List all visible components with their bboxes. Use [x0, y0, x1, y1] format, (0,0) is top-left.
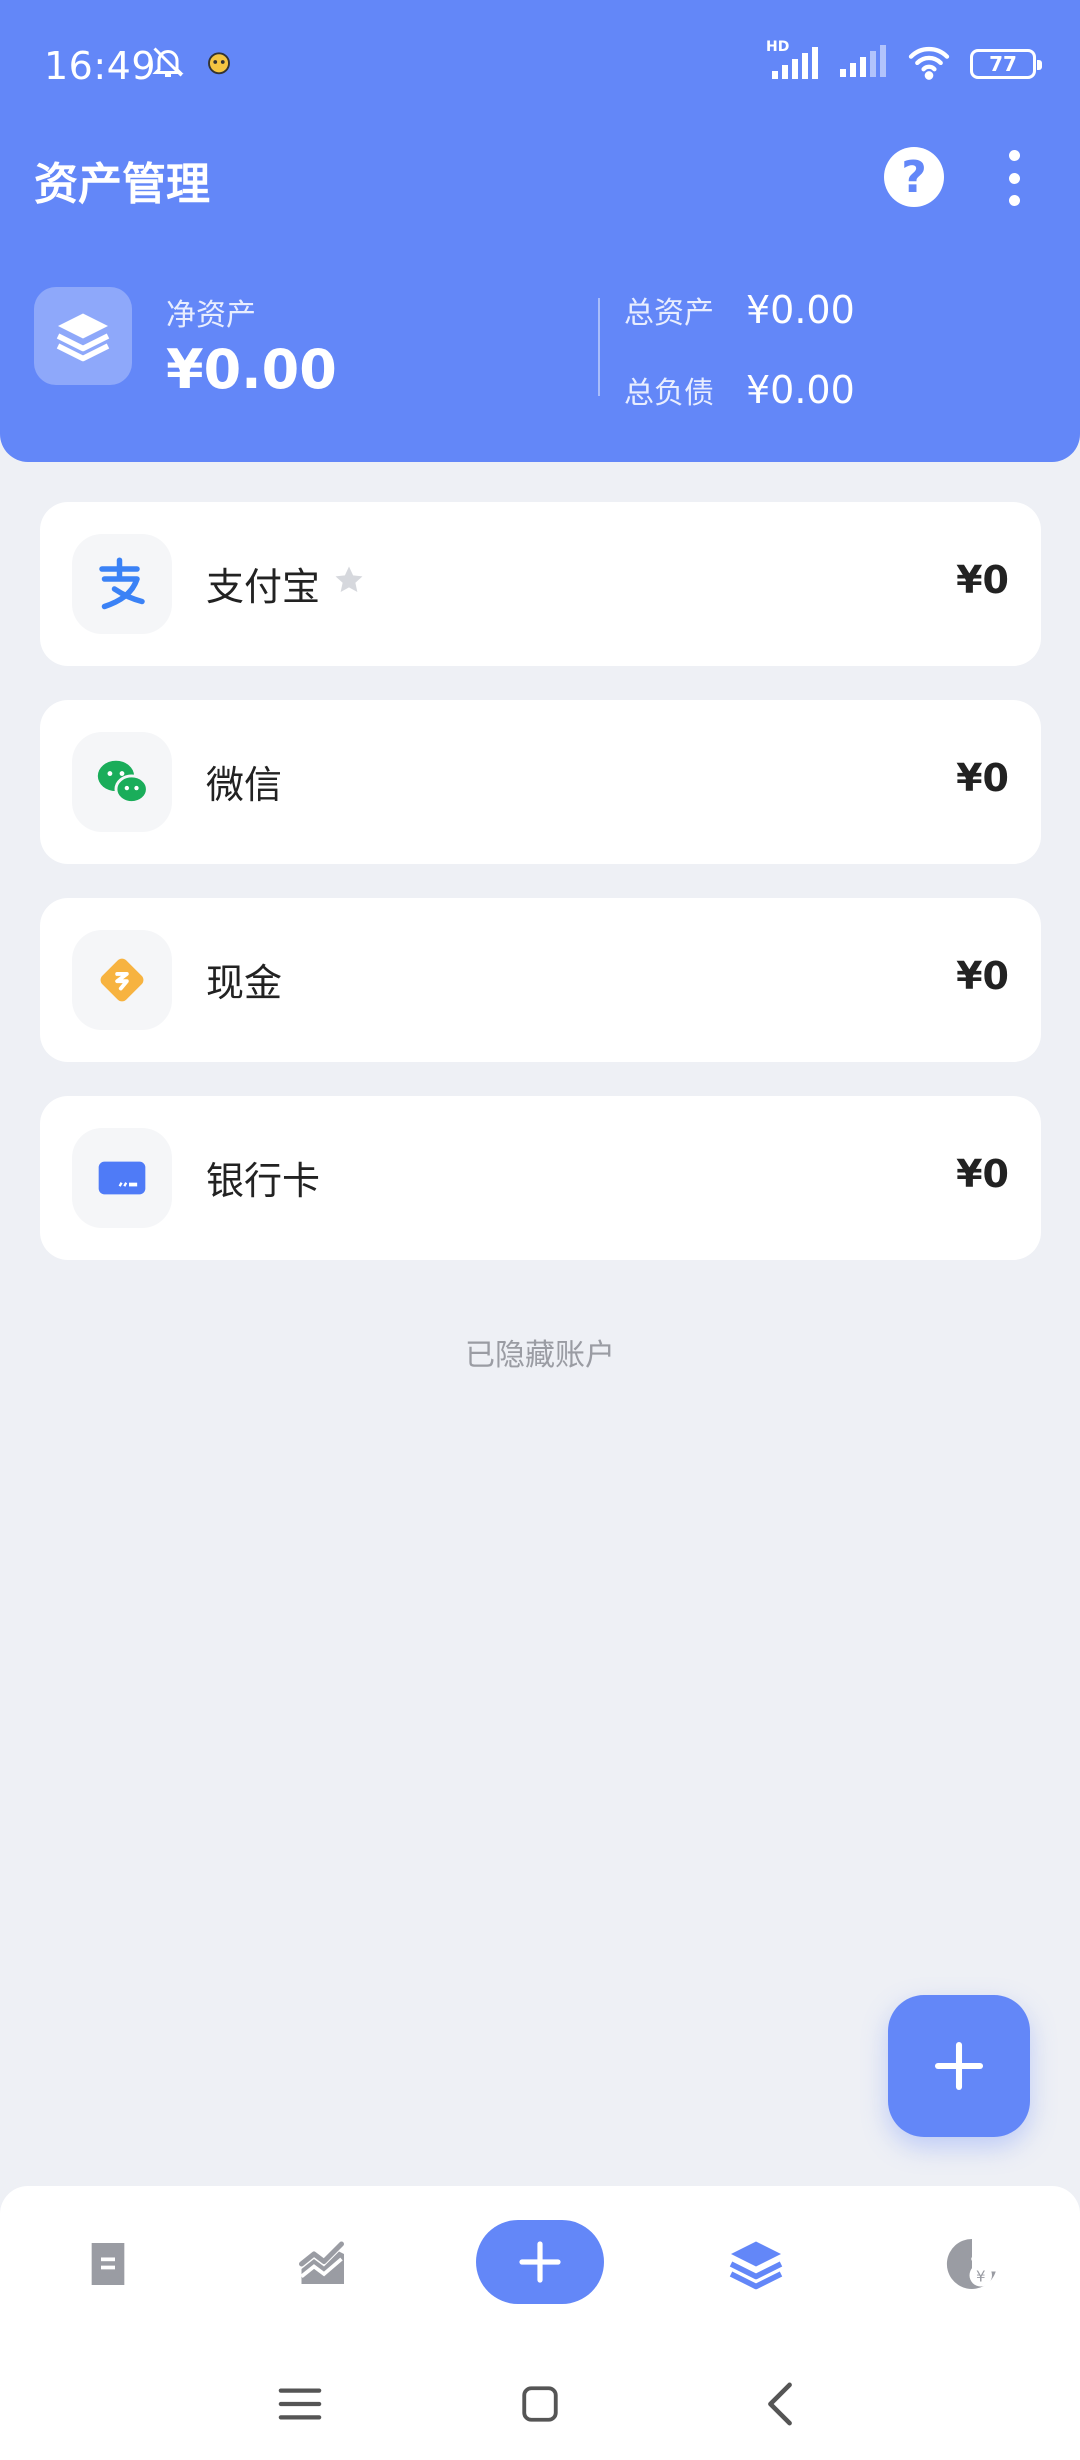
asset-management-screen: 16:49 HD 77 资产管理 ? 净资产 ¥0.00 总资产 ¥0.00 总… [0, 0, 1080, 2460]
cash-icon [72, 930, 172, 1030]
alipay-icon [72, 534, 172, 634]
header: 16:49 HD 77 资产管理 ? 净资产 ¥0.00 总资产 ¥0.00 总… [0, 0, 1080, 462]
account-card-bank[interactable]: 银行卡 ¥0 [40, 1096, 1041, 1260]
wifi-icon [906, 44, 952, 84]
assets-layers-badge [34, 287, 132, 385]
status-icons-right: HD 77 [766, 39, 1042, 84]
total-liabilities-value: ¥0.00 [746, 368, 855, 412]
nav-budget[interactable]: ¥ [932, 2224, 1012, 2304]
status-bar: 16:49 HD 77 [0, 0, 1080, 140]
status-time: 16:49 [44, 44, 157, 88]
home-square-icon [522, 2386, 558, 2422]
account-balance: ¥0 [956, 954, 1009, 998]
total-assets-label: 总资产 [624, 296, 714, 331]
total-liabilities-label: 总负债 [624, 376, 714, 411]
hidden-accounts-link[interactable]: 已隐藏账户 [0, 1330, 1080, 1374]
help-button[interactable]: ? [884, 147, 944, 207]
account-name-row: 现金 [206, 952, 282, 1007]
page-title: 资产管理 [34, 159, 210, 210]
net-assets-value: ¥0.00 [166, 338, 337, 401]
add-account-button[interactable] [888, 1995, 1030, 2137]
bottom-nav: ¥ [0, 2186, 1080, 2460]
plus-icon [934, 2041, 984, 2091]
back-chevron-icon [768, 2382, 792, 2426]
status-icons-left [150, 44, 234, 84]
svg-text:¥: ¥ [976, 2268, 986, 2286]
nav-bill[interactable] [68, 2224, 148, 2304]
bill-icon [91, 2243, 125, 2285]
budget-icon: ¥ [946, 2238, 996, 2289]
account-name: 银行卡 [206, 1159, 321, 1203]
assets-layers-icon [729, 2241, 783, 2290]
notification-app-icon [204, 47, 234, 81]
more-options-button[interactable] [994, 150, 1034, 206]
account-balance: ¥0 [956, 1152, 1009, 1196]
more-dot [1008, 150, 1020, 161]
bank-card-icon [72, 1128, 172, 1228]
summary-divider [598, 298, 600, 396]
total-assets-value: ¥0.00 [746, 288, 855, 332]
system-back-button[interactable] [740, 2364, 820, 2444]
account-card-cash[interactable]: 现金 ¥0 [40, 898, 1041, 1062]
account-balance: ¥0 [956, 756, 1009, 800]
system-menu-button[interactable] [260, 2364, 340, 2444]
account-balance: ¥0 [956, 558, 1009, 602]
menu-icon [278, 2388, 322, 2420]
nav-chart[interactable] [284, 2224, 364, 2304]
battery-level: 77 [989, 52, 1017, 76]
account-name-row: 微信 [206, 754, 282, 809]
more-dot [1008, 172, 1020, 184]
battery-icon: 77 [970, 49, 1042, 79]
help-icon: ? [901, 151, 927, 203]
account-name: 支付宝 [206, 565, 321, 609]
layers-icon [56, 313, 110, 362]
chart-icon [299, 2241, 344, 2284]
account-name-row: 银行卡 [206, 1150, 320, 1205]
total-liabilities-row: 总负债 ¥0.00 [624, 368, 855, 412]
more-dot [1008, 195, 1020, 206]
account-name: 现金 [206, 961, 283, 1005]
system-home-button[interactable] [500, 2364, 580, 2444]
net-assets-label: 净资产 [166, 298, 256, 333]
account-name: 微信 [206, 763, 283, 807]
account-name-row: 支付宝 [206, 556, 366, 611]
add-icon [519, 2241, 561, 2283]
wechat-icon [72, 732, 172, 832]
signal-hd-icon: HD [766, 39, 820, 81]
signal-icon [838, 45, 888, 83]
nav-assets[interactable] [716, 2224, 796, 2304]
star-icon[interactable] [332, 562, 366, 606]
nav-add-record[interactable] [476, 2220, 604, 2304]
account-card-wechat[interactable]: 微信 ¥0 [40, 700, 1041, 864]
total-assets-row: 总资产 ¥0.00 [624, 288, 855, 332]
network-label: HD [766, 39, 790, 55]
mute-bell-icon [150, 44, 186, 84]
account-card-alipay[interactable]: 支付宝 ¥0 [40, 502, 1041, 666]
